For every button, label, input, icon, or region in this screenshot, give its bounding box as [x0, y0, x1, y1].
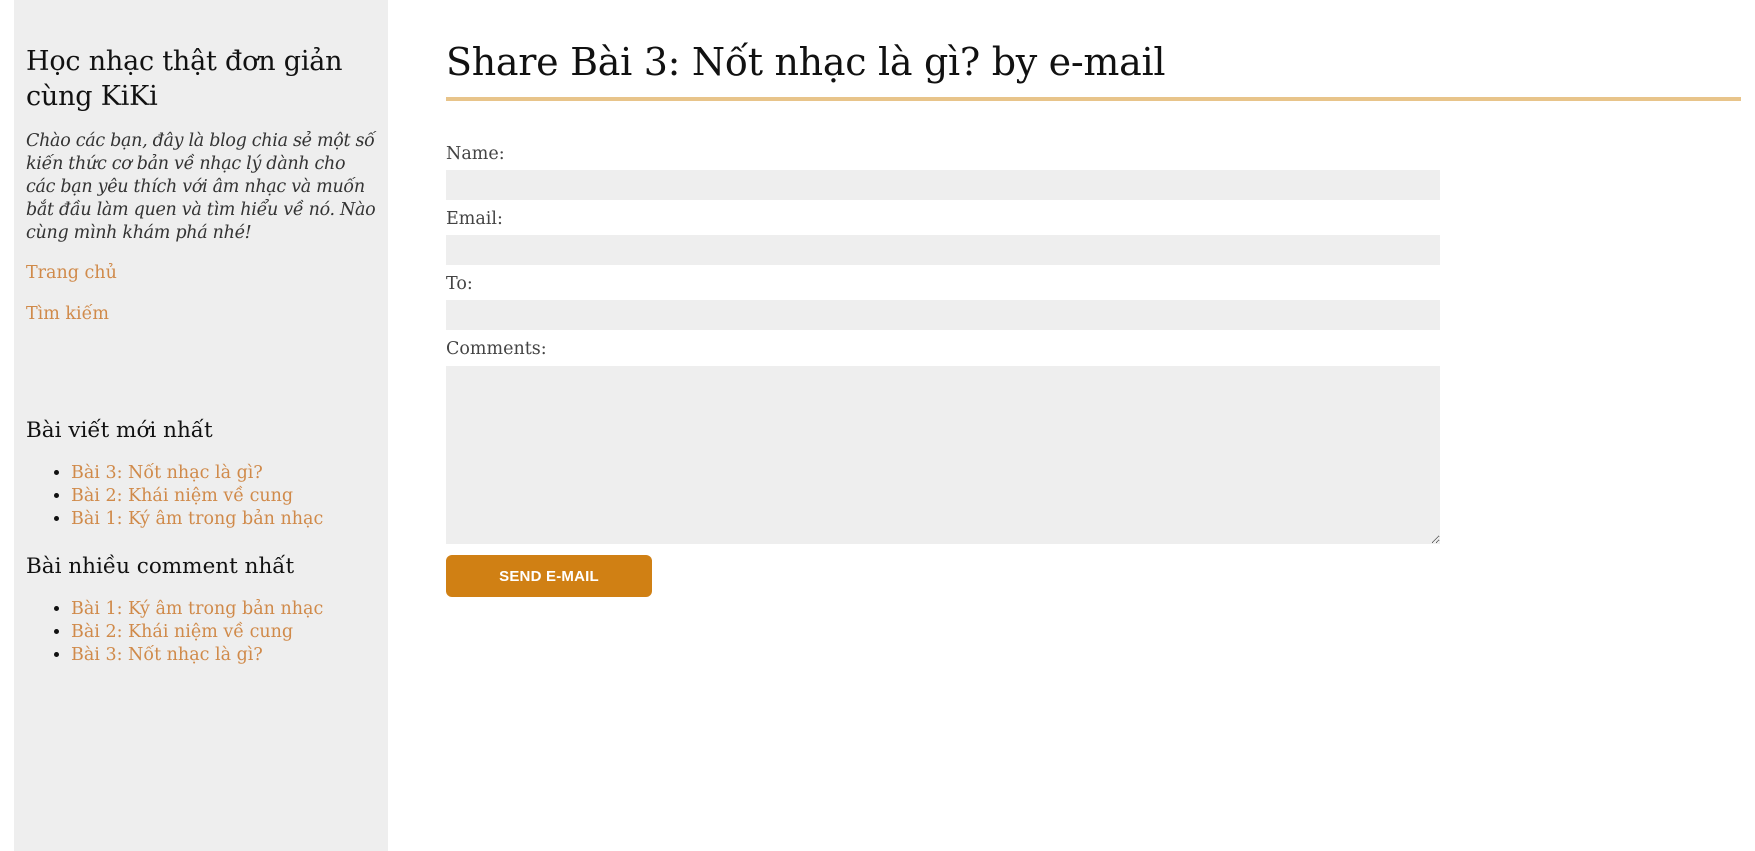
list-item: Bài 1: Ký âm trong bản nhạc: [71, 508, 376, 531]
name-label: Name:: [446, 144, 505, 164]
list-item: Bài 2: Khái niệm về cung: [71, 485, 376, 508]
sidebar: Học nhạc thật đơn giản cùng KiKi Chào cá…: [14, 0, 388, 851]
nav-link-home[interactable]: Trang chủ: [26, 262, 376, 285]
list-item: Bài 2: Khái niệm về cung: [71, 621, 376, 644]
list-item: Bài 3: Nốt nhạc là gì?: [71, 462, 376, 485]
main-content: Share Bài 3: Nốt nhạc là gì? by e-mail N…: [446, 0, 1741, 597]
site-description: Chào các bạn, đây là blog chia sẻ một số…: [26, 131, 376, 243]
to-label: To:: [446, 274, 473, 294]
recent-posts-list: Bài 3: Nốt nhạc là gì? Bài 2: Khái niệm …: [26, 462, 376, 531]
popular-post-link[interactable]: Bài 2: Khái niệm về cung: [71, 622, 293, 642]
recent-posts-heading: Bài viết mới nhất: [26, 418, 213, 443]
comments-textarea[interactable]: [446, 366, 1440, 544]
popular-posts-heading: Bài nhiều comment nhất: [26, 554, 295, 579]
popular-post-link[interactable]: Bài 1: Ký âm trong bản nhạc: [71, 599, 323, 619]
to-input[interactable]: [446, 300, 1440, 330]
share-email-form: Name: Email: To: Comments: SEND E-MAIL: [446, 143, 1741, 597]
popular-posts-list: Bài 1: Ký âm trong bản nhạc Bài 2: Khái …: [26, 598, 376, 667]
site-title: Học nhạc thật đơn giản cùng KiKi: [26, 46, 343, 112]
name-input[interactable]: [446, 170, 1440, 200]
title-divider: [446, 97, 1741, 101]
page-title: Share Bài 3: Nốt nhạc là gì? by e-mail: [446, 40, 1166, 84]
recent-post-link[interactable]: Bài 1: Ký âm trong bản nhạc: [71, 509, 323, 529]
comments-label: Comments:: [446, 339, 547, 359]
email-label: Email:: [446, 209, 503, 229]
email-input[interactable]: [446, 235, 1440, 265]
popular-post-link[interactable]: Bài 3: Nốt nhạc là gì?: [71, 645, 263, 665]
list-item: Bài 3: Nốt nhạc là gì?: [71, 644, 376, 667]
send-email-button[interactable]: SEND E-MAIL: [446, 555, 652, 597]
nav-link-search[interactable]: Tìm kiếm: [26, 303, 376, 326]
recent-post-link[interactable]: Bài 2: Khái niệm về cung: [71, 486, 293, 506]
recent-post-link[interactable]: Bài 3: Nốt nhạc là gì?: [71, 463, 263, 483]
list-item: Bài 1: Ký âm trong bản nhạc: [71, 598, 376, 621]
